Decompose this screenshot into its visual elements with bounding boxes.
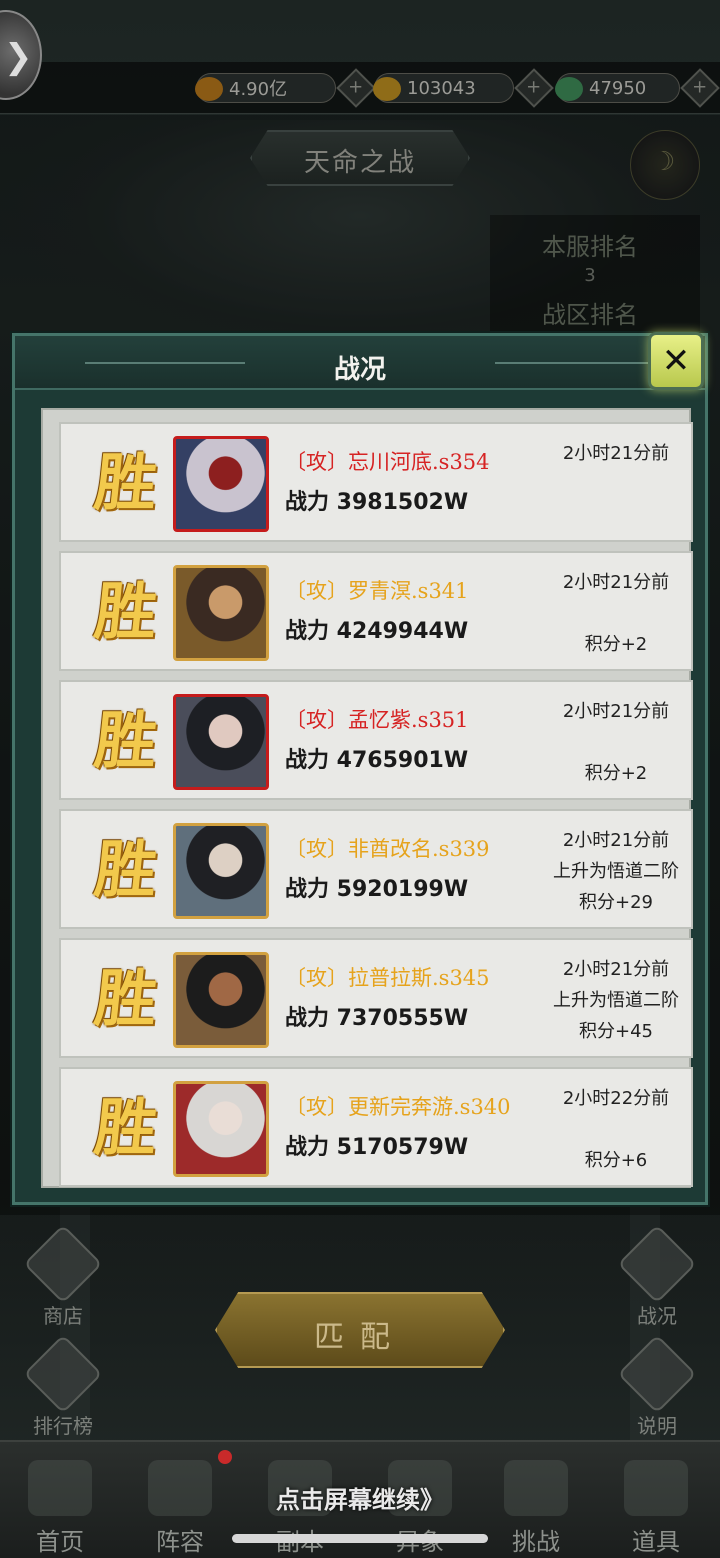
rank-change: [541, 598, 691, 629]
victory-mark: 胜: [91, 962, 161, 1035]
help-button[interactable]: 说明: [612, 1334, 702, 1439]
opponent-portrait[interactable]: [173, 1081, 269, 1177]
battle-time: 2小时22分前: [562, 1088, 670, 1109]
match-button-label: 匹配: [314, 1320, 406, 1355]
leaderboard-label: 排行榜: [33, 1414, 93, 1438]
leaderboard-icon: [23, 1334, 103, 1414]
battle-info: 2小时21分前 上升为悟道二阶 积分+29: [541, 825, 691, 918]
resource-copper: 4.90亿 +: [195, 68, 376, 108]
opponent-power: 战力 5170579W: [285, 1135, 469, 1160]
rank-change: [541, 469, 691, 500]
shop-label: 商店: [43, 1304, 83, 1328]
gold-ingot-icon: [373, 77, 401, 101]
nav-label: 挑战: [512, 1528, 560, 1556]
battle-log-modal: 战况 胜〔攻〕忘川河底.s354 战力 3981502W 2小时21分前胜〔攻〕罗青…: [12, 333, 708, 1205]
battle-info: 2小时21分前: [541, 438, 691, 500]
opponent-name: 〔攻〕罗青溟.s341: [285, 579, 469, 603]
battle-time: 2小时21分前: [562, 701, 670, 722]
battle-time: 2小时21分前: [562, 443, 670, 464]
nav-label: 阵容: [156, 1528, 204, 1556]
copper-value: 4.90亿: [229, 79, 288, 100]
resource-jade: 47950 +: [555, 68, 720, 108]
battle-log-list[interactable]: 胜〔攻〕忘川河底.s354 战力 3981502W 2小时21分前胜〔攻〕罗青溟.s…: [41, 408, 693, 1188]
battle-time: 2小时21分前: [562, 830, 670, 851]
score-change: 积分+45: [579, 1021, 653, 1042]
battle-log-row[interactable]: 胜 〔攻〕罗青溟.s341 战力 4249944W 2小时21分前 积分+2: [59, 551, 693, 671]
shop-button[interactable]: 商店: [18, 1224, 108, 1329]
opponent-power: 战力 7370555W: [285, 1006, 469, 1031]
nav-label: 首页: [36, 1528, 84, 1556]
opponent-name: 〔攻〕更新完奔游.s340: [285, 1095, 511, 1119]
victory-mark: 胜: [91, 704, 161, 777]
help-label: 说明: [637, 1414, 677, 1438]
battle-log-row[interactable]: 胜 〔攻〕非酋改名.s339 战力 5920199W 2小时21分前 上升为悟道二阶 积分…: [59, 809, 693, 929]
opponent-portrait[interactable]: [173, 694, 269, 790]
modal-header: 战况: [15, 336, 705, 390]
nav-label: 道具: [632, 1528, 680, 1556]
gold-value: 103043: [407, 77, 476, 99]
add-copper-button[interactable]: +: [336, 68, 376, 108]
jade-value: 47950: [589, 77, 647, 99]
score-change: 积分+6: [584, 1150, 648, 1171]
opponent-name: 〔攻〕孟忆紫.s351: [285, 708, 469, 732]
close-icon: ✕: [661, 341, 691, 381]
copper-coin-icon: [195, 77, 223, 101]
chat-bubble-icon: [617, 1224, 697, 1304]
add-gold-button[interactable]: +: [514, 68, 554, 108]
victory-mark: 胜: [91, 575, 161, 648]
victory-mark: 胜: [91, 446, 161, 519]
resource-gold: 103043 +: [373, 68, 554, 108]
opponent-portrait[interactable]: [173, 565, 269, 661]
notification-dot: [218, 1450, 232, 1464]
battle-info: 2小时21分前 积分+2: [541, 696, 691, 789]
battle-log-row[interactable]: 胜 〔攻〕拉普拉斯.s345 战力 7370555W 2小时21分前 上升为悟道二阶 积分…: [59, 938, 693, 1058]
opponent-portrait[interactable]: [173, 436, 269, 532]
tap-to-continue-hint[interactable]: 点击屏幕继续》: [0, 1480, 720, 1515]
battle-info: 2小时22分前 积分+6: [541, 1083, 691, 1176]
opponent-name: 〔攻〕忘川河底.s354: [285, 450, 490, 474]
opponent-power: 战力 4765901W: [285, 748, 469, 773]
score-change: 积分+2: [584, 763, 648, 784]
score-change: 积分+2: [584, 634, 648, 655]
close-button[interactable]: ✕: [648, 332, 704, 390]
battle-log-row[interactable]: 胜 〔攻〕忘川河底.s354 战力 3981502W 2小时21分前: [59, 422, 693, 542]
rank-change: [541, 727, 691, 758]
add-jade-button[interactable]: +: [680, 68, 720, 108]
battle-info: 2小时21分前 积分+2: [541, 567, 691, 660]
opponent-portrait[interactable]: [173, 823, 269, 919]
score-change: 积分+29: [579, 892, 653, 913]
victory-mark: 胜: [91, 1091, 161, 1164]
rank-change: 上升为悟道二阶: [553, 990, 679, 1011]
shop-icon: [23, 1224, 103, 1304]
jade-token-icon: [555, 77, 583, 101]
opponent-power: 战力 4249944W: [285, 619, 469, 644]
modal-title: 战况: [333, 355, 386, 385]
opponent-power: 战力 3981502W: [285, 490, 469, 515]
battle-time: 2小时21分前: [562, 572, 670, 593]
book-icon: [617, 1334, 697, 1414]
opponent-name: 〔攻〕拉普拉斯.s345: [285, 966, 490, 990]
chevron-right-icon: ❯: [4, 37, 33, 77]
battle-log-label: 战况: [637, 1304, 677, 1328]
battle-info: 2小时21分前 上升为悟道二阶 积分+45: [541, 954, 691, 1047]
home-indicator[interactable]: [232, 1534, 488, 1543]
battle-log-row[interactable]: 胜 〔攻〕更新完奔游.s340 战力 5170579W 2小时22分前 积分+6: [59, 1067, 693, 1187]
victory-mark: 胜: [91, 833, 161, 906]
battle-log-button[interactable]: 战况: [612, 1224, 702, 1329]
rank-change: 上升为悟道二阶: [553, 861, 679, 882]
opponent-power: 战力 5920199W: [285, 877, 469, 902]
leaderboard-button[interactable]: 排行榜: [18, 1334, 108, 1439]
battle-log-row[interactable]: 胜 〔攻〕孟忆紫.s351 战力 4765901W 2小时21分前 积分+2: [59, 680, 693, 800]
opponent-name: 〔攻〕非酋改名.s339: [285, 837, 490, 861]
opponent-portrait[interactable]: [173, 952, 269, 1048]
rank-change: [541, 1114, 691, 1145]
battle-time: 2小时21分前: [562, 959, 670, 980]
